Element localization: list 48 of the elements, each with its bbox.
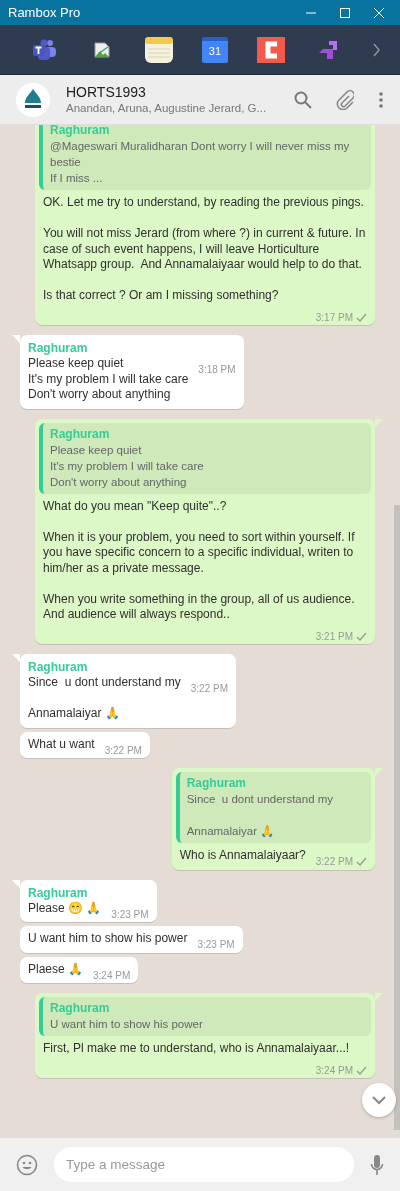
search-icon[interactable]: [294, 90, 312, 109]
message-time: 3:23 PM: [111, 907, 149, 922]
message-text: What u want: [28, 736, 95, 752]
message-time: 3:17 PM: [315, 310, 353, 325]
notepad-icon[interactable]: [144, 35, 173, 64]
message-text: First, Pl make me to understand, who is Annamalaiyaar...!: [43, 1041, 350, 1057]
message-time: 3:22 PM: [104, 743, 142, 758]
message-text: Who is Annamalaiyaar?: [179, 848, 306, 864]
emoji-icon[interactable]: [16, 1153, 38, 1176]
sender-name: Raghuram: [28, 884, 89, 901]
message-time: 3:21 PM: [315, 629, 353, 644]
maximize-icon: [340, 7, 350, 18]
scroll-down-button[interactable]: [362, 1083, 396, 1117]
quote-text: Please keep quiet It's my problem I will take care Don't worry about anything: [50, 442, 205, 490]
chat-title: HORTS1993: [66, 83, 147, 101]
sender-name: Raghuram: [28, 659, 89, 675]
quote-sender: Raghuram: [50, 425, 111, 442]
message-time: 3:18 PM: [198, 363, 236, 377]
scrollbar[interactable]: [394, 505, 400, 1130]
calendar-icon[interactable]: 31: [202, 36, 228, 63]
message-time: 3:24 PM: [315, 1063, 353, 1078]
message-text: Since u dont understand my Annamalaiyar 🙏: [28, 675, 181, 722]
message-time: 3:22 PM: [190, 682, 228, 696]
message-text: OK. Let me try to understand, by reading the previous pings. You will not miss Jerard (from where ?) in current & future. In case of such event happens, I will leave Horticulture Whatsapp group. And Annamalaiyaar would help to do that. Is that correct ? Or am I missing something?: [43, 195, 367, 304]
microphone-icon[interactable]: [370, 1153, 384, 1176]
message-text: Please 😁 🙏: [28, 900, 102, 916]
message-text: What do you mean "Keep quite"..? When it is your problem, you need to sort within yourself. If you have specific concern to a specific individual, writen to him/her as a private message. When you write something in the group, all of us audience. And audience will always respond..: [43, 498, 356, 623]
message-text: Plaese 🙏: [28, 961, 84, 977]
app-icon[interactable]: [257, 35, 286, 64]
paperclip-icon[interactable]: [336, 89, 354, 110]
message-time: 3:22 PM: [315, 855, 353, 869]
chevron-down-icon: [372, 1095, 386, 1105]
message-input[interactable]: Type a message: [54, 1147, 354, 1182]
close-icon: [374, 7, 384, 18]
sender-name: Raghuram: [28, 340, 89, 356]
quote-sender: Raghuram: [186, 775, 247, 791]
quote-text: U want him to show his power: [50, 1017, 204, 1032]
message-text: Please keep quiet It's my problem I will take care Don't worry about anything: [28, 356, 189, 403]
quote-sender: Raghuram: [50, 1000, 111, 1016]
message-time: 3:24 PM: [93, 968, 131, 983]
message-text: U want him to show his power: [28, 931, 188, 947]
message-time: 3:23 PM: [197, 938, 235, 952]
window-title: Rambox Pro: [8, 3, 82, 22]
quote-text: Since u dont understand my Annamalaiyar 🙏: [186, 792, 335, 839]
quote-text: @Mageswari Muralidharan Dont worry I will never miss my bestie If I miss ...: [50, 139, 351, 186]
chat-members: Anandan, Aruna, Augustine Jerard, G...: [66, 100, 268, 116]
quote-sender: Raghuram: [50, 125, 111, 138]
menu-icon[interactable]: [378, 90, 384, 109]
